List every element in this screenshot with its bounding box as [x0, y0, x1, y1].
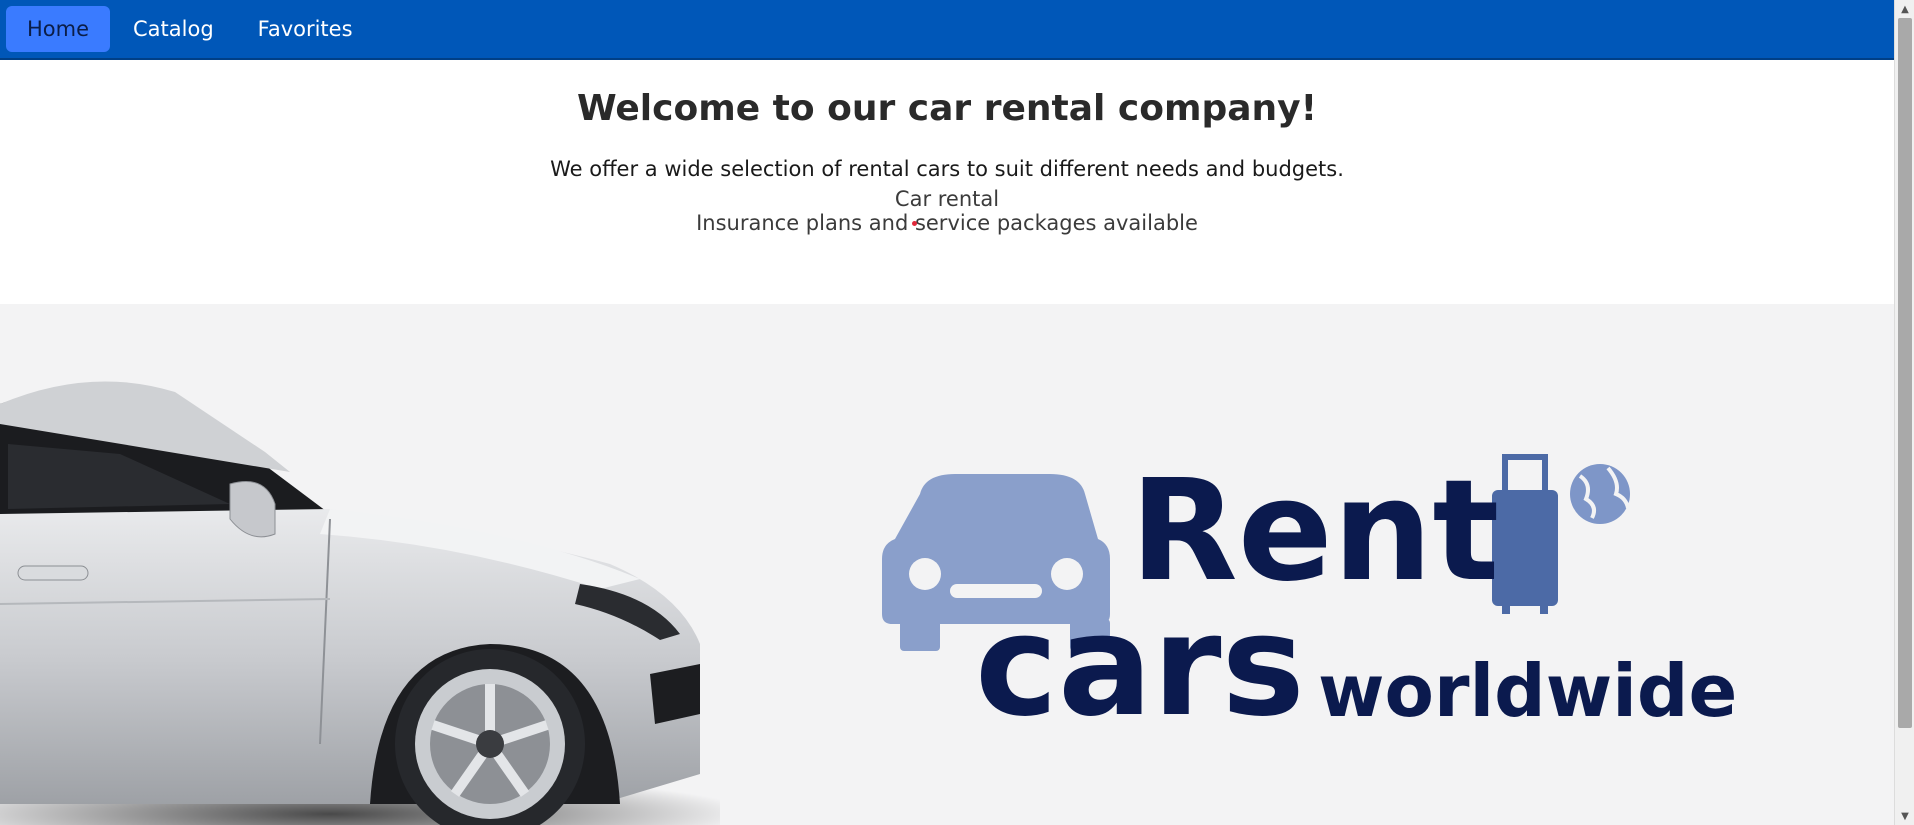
- service-car-rental: Car rental: [894, 187, 1000, 211]
- welcome-lead-text: We offer a wide selection of rental cars…: [550, 157, 1344, 181]
- nav-catalog-link[interactable]: Catalog: [112, 6, 235, 52]
- cursor-dot: [912, 221, 917, 226]
- page-title: Welcome to our car rental company!: [576, 88, 1318, 129]
- logo-cars-text: cars: [975, 585, 1305, 748]
- globe-icon: [1570, 464, 1630, 524]
- hero-banner: Rent cars worldwide: [0, 304, 1894, 825]
- silver-car-image: [0, 381, 720, 825]
- logo-worldwide-text: worldwide: [1318, 649, 1737, 733]
- suitcase-icon: [1492, 454, 1558, 614]
- vertical-scrollbar[interactable]: ▲ ▼: [1894, 0, 1914, 825]
- service-insurance-plans: Insurance plans and service packages ava…: [696, 211, 1198, 235]
- rent-cars-worldwide-logo: Rent cars worldwide: [882, 454, 1737, 748]
- top-navbar: Home Catalog Favorites: [0, 0, 1894, 60]
- scroll-down-arrow-icon[interactable]: ▼: [1895, 807, 1914, 825]
- welcome-section: Welcome to our car rental company! We of…: [0, 60, 1894, 304]
- scroll-up-arrow-icon[interactable]: ▲: [1895, 0, 1914, 18]
- nav-favorites-link[interactable]: Favorites: [237, 6, 374, 52]
- scrollbar-thumb[interactable]: [1898, 18, 1912, 728]
- nav-home-link[interactable]: Home: [6, 6, 111, 52]
